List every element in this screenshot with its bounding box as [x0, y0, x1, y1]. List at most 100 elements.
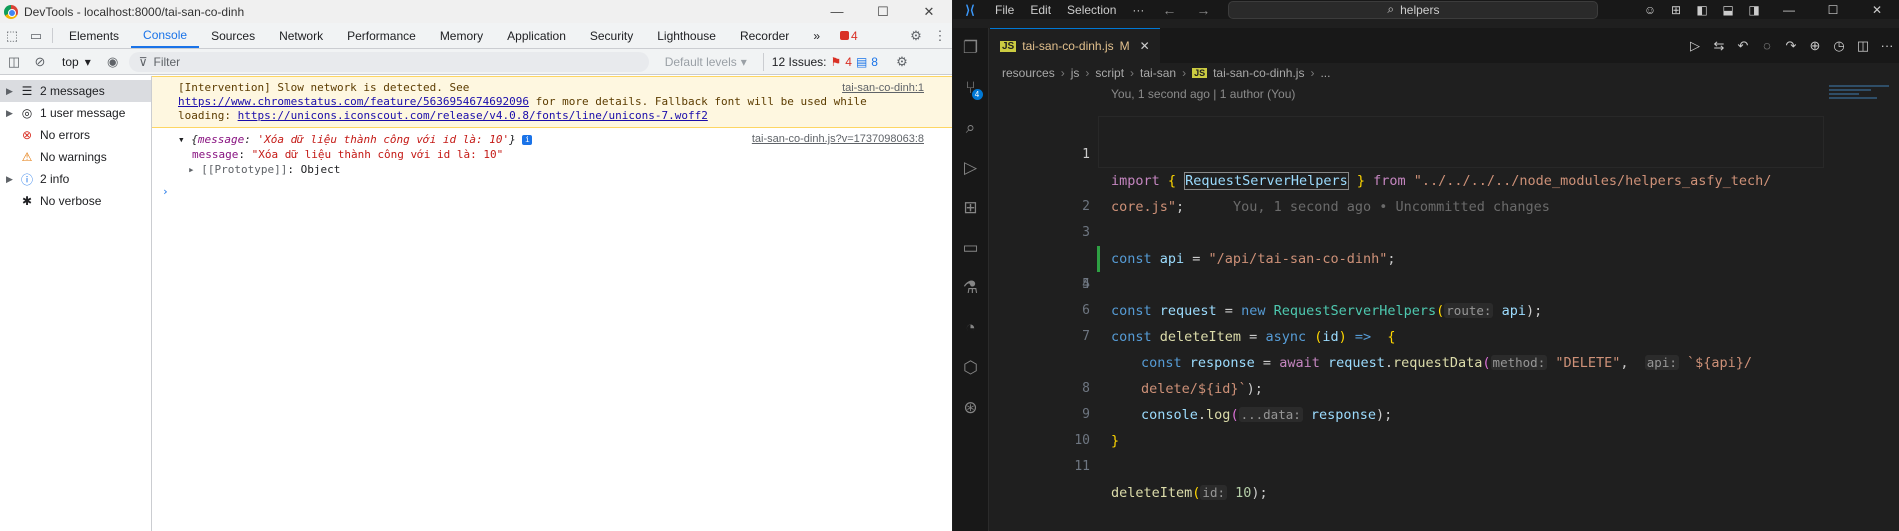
code-editor[interactable]: You, 1 second ago | 1 author (You) 1 imp…: [990, 83, 1899, 531]
compare-changes-icon[interactable]: ⇆: [1707, 38, 1731, 54]
editor-tab-tai-san-co-dinh[interactable]: JS tai-san-co-dinh.js M ✕: [990, 28, 1160, 63]
sidebar-item-user-messages[interactable]: ▶ ◎ 1 user message: [0, 102, 151, 124]
more-options-icon[interactable]: ⋮: [928, 28, 952, 44]
tab-network[interactable]: Network: [267, 23, 335, 48]
sidebar-item-warnings[interactable]: ⚠ No warnings: [0, 146, 151, 168]
customize-layout-icon[interactable]: ⊞: [1663, 3, 1689, 17]
close-tab-icon[interactable]: ✕: [1140, 39, 1150, 53]
tab-elements[interactable]: Elements: [57, 23, 131, 48]
vscode-titlebar: ⟩⟨ File Edit Selection ··· ← → ⌕ helpers…: [953, 0, 1899, 19]
more-actions-icon[interactable]: ···: [1875, 38, 1899, 53]
explorer-icon[interactable]: ❐: [953, 28, 989, 68]
sidebar-item-verbose[interactable]: ✱ No verbose: [0, 190, 151, 212]
js-file-icon: JS: [1000, 40, 1017, 52]
chevron-right-icon: ›: [1085, 66, 1090, 80]
sidebar-item-info[interactable]: ▶ ⓘ 2 info: [0, 168, 151, 190]
editor-tab-bar: JS tai-san-co-dinh.js M ✕ ▷ ⇆ ↶ ◌ ↷ ⊕ ◷ …: [990, 28, 1899, 63]
search-icon[interactable]: ⌕: [953, 108, 989, 148]
sidebar-item-errors[interactable]: ⊗ No errors: [0, 124, 151, 146]
expand-arrow-icon[interactable]: ▸: [188, 163, 195, 176]
log-source-link[interactable]: tai-san-co-dinh.js?v=1737098063:8: [752, 132, 924, 147]
extensions-icon[interactable]: ⊞: [953, 188, 989, 228]
settings-gear-icon[interactable]: ⚙: [904, 28, 928, 44]
menu-more[interactable]: ···: [1124, 3, 1152, 17]
toggle-panel-icon[interactable]: ⬓: [1715, 3, 1741, 17]
go-forward-change-icon[interactable]: ↷: [1779, 38, 1803, 54]
console-prompt[interactable]: ›: [152, 181, 952, 202]
value-evaluated-info-icon[interactable]: i: [522, 135, 533, 145]
font-link[interactable]: https://unicons.iconscout.com/release/v4…: [238, 109, 708, 122]
breadcrumb-item[interactable]: js: [1071, 66, 1080, 80]
go-back-change-icon[interactable]: ↶: [1731, 38, 1755, 54]
object-prototype[interactable]: ▸ [[Prototype]]: Object: [178, 162, 942, 177]
info-icon: ⓘ: [20, 172, 33, 187]
tab-security[interactable]: Security: [578, 23, 645, 48]
context-selector[interactable]: top ▾: [56, 55, 97, 69]
more-tabs-button[interactable]: »: [801, 23, 832, 48]
error-count-badge[interactable]: 4: [832, 23, 866, 48]
collapse-arrow-icon[interactable]: ▾: [178, 133, 185, 146]
menu-selection[interactable]: Selection: [1059, 3, 1124, 17]
issues-counter[interactable]: 12 Issues: ⚑ 4 ▤ 8: [762, 52, 886, 71]
source-control-icon[interactable]: ⑂ 4: [953, 68, 989, 108]
remote-explorer-icon[interactable]: ▭: [953, 228, 989, 268]
menu-edit[interactable]: Edit: [1022, 3, 1059, 17]
sidebar-toggle-icon[interactable]: ◫: [4, 54, 24, 70]
back-arrow-icon[interactable]: ←: [1152, 2, 1186, 18]
inspect-element-icon[interactable]: ⬚: [0, 23, 24, 48]
filter-input[interactable]: ⊽ Filter: [128, 51, 649, 72]
device-toolbar-icon[interactable]: ▭: [24, 23, 48, 48]
tab-sources[interactable]: Sources: [199, 23, 267, 48]
breadcrumb-item[interactable]: resources: [1002, 66, 1055, 80]
code-line-wrap: core.js"; You, 1 second ago • Uncommitte…: [1111, 199, 1550, 215]
breadcrumb-item[interactable]: tai-san-co-dinh.js: [1213, 66, 1304, 80]
minimize-button[interactable]: —: [814, 4, 860, 19]
console-settings-gear-icon[interactable]: ⚙: [892, 54, 912, 70]
maximize-button[interactable]: ☐: [860, 4, 906, 20]
tab-console[interactable]: Console: [131, 23, 200, 48]
git-graph-icon[interactable]: ⊛: [953, 388, 989, 428]
chromestatus-link[interactable]: https://www.chromestatus.com/feature/563…: [178, 95, 529, 108]
tab-memory[interactable]: Memory: [428, 23, 495, 48]
bug-icon: ✱: [21, 194, 33, 208]
breadcrumb-item[interactable]: script: [1095, 66, 1124, 80]
breadcrumb-item[interactable]: ...: [1320, 66, 1330, 80]
maximize-button[interactable]: ☐: [1811, 3, 1855, 17]
expand-arrow-icon: ▶: [6, 107, 13, 118]
list-icon: ☰: [21, 84, 33, 98]
testing-icon[interactable]: ⚗: [953, 268, 989, 308]
toggle-secondary-sidebar-icon[interactable]: ◨: [1741, 3, 1767, 17]
split-editor-icon[interactable]: ◫: [1851, 38, 1875, 54]
code-line-wrap: delete/${id}`);: [1141, 381, 1263, 397]
issues-error-icon: ⚑: [830, 54, 842, 69]
toggle-sidebar-icon[interactable]: ◧: [1689, 3, 1715, 17]
run-file-icon[interactable]: ▷: [1683, 38, 1707, 54]
close-button[interactable]: ✕: [906, 4, 952, 20]
warning-source-link[interactable]: tai-san-co-dinh:1: [842, 81, 924, 95]
sidebar-item-messages[interactable]: ▶ ☰ 2 messages: [0, 80, 151, 102]
menu-file[interactable]: File: [987, 3, 1022, 17]
tab-recorder[interactable]: Recorder: [728, 23, 801, 48]
run-debug-icon[interactable]: ▷: [953, 148, 989, 188]
toggle-blame-icon[interactable]: ⊕: [1803, 38, 1827, 54]
docker-icon[interactable]: ⬡: [953, 348, 989, 388]
live-expression-eye-icon[interactable]: ◉: [103, 54, 123, 70]
close-button[interactable]: ✕: [1855, 3, 1899, 17]
breadcrumb: resources › js › script › tai-san › JS t…: [990, 63, 1899, 83]
tab-lighthouse[interactable]: Lighthouse: [645, 23, 728, 48]
log-levels-dropdown[interactable]: Default levels ▾: [655, 55, 757, 69]
code-line: 4 const request = new RequestServerHelpe…: [990, 220, 1899, 319]
tab-application[interactable]: Application: [495, 23, 578, 48]
minimize-button[interactable]: —: [1767, 3, 1811, 17]
copilot-icon[interactable]: ☺: [1637, 3, 1663, 17]
breadcrumb-item[interactable]: tai-san: [1140, 66, 1176, 80]
timeline-icon[interactable]: ◔: [953, 308, 989, 348]
clear-console-icon[interactable]: ⊘: [30, 54, 50, 70]
open-changes-icon[interactable]: ◌: [1755, 38, 1779, 53]
command-center-search[interactable]: ⌕ helpers: [1228, 0, 1599, 19]
chevron-right-icon: ›: [1310, 66, 1315, 80]
codelens-blame[interactable]: You, 1 second ago | 1 author (You): [1111, 87, 1295, 101]
tab-performance[interactable]: Performance: [335, 23, 428, 48]
forward-arrow-icon[interactable]: →: [1186, 2, 1220, 18]
timeline-toggle-icon[interactable]: ◷: [1827, 38, 1851, 54]
